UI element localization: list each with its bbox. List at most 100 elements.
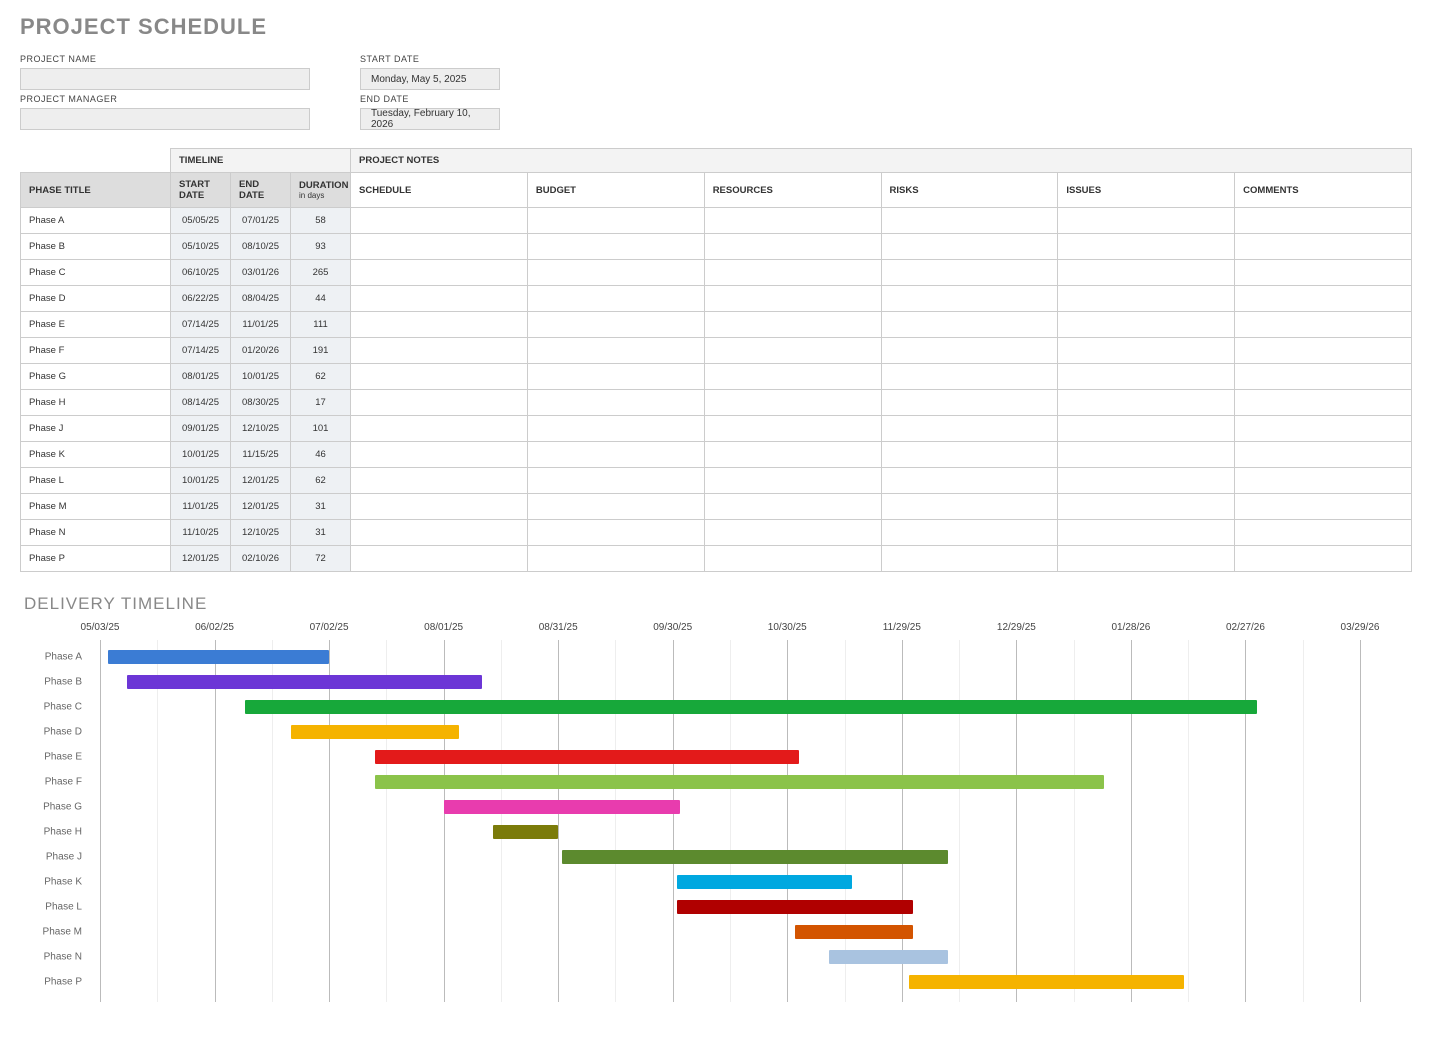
- gantt-bar: [493, 825, 558, 839]
- x-tick: 08/01/25: [424, 622, 463, 633]
- gantt-bar: [677, 875, 853, 889]
- gantt-bar: [562, 850, 948, 864]
- duration-cell: 31: [291, 494, 351, 520]
- duration-cell: 62: [291, 468, 351, 494]
- y-label: Phase M: [20, 927, 90, 938]
- x-tick: 01/28/26: [1111, 622, 1150, 633]
- end-cell: 08/10/25: [231, 234, 291, 260]
- table-row: Phase K10/01/2511/15/2546: [21, 442, 1412, 468]
- phase-cell: Phase H: [21, 390, 171, 416]
- table-row: Phase J09/01/2512/10/25101: [21, 416, 1412, 442]
- risks-header: RISKS: [881, 173, 1058, 208]
- phase-cell: Phase L: [21, 468, 171, 494]
- table-row: Phase A05/05/2507/01/2558: [21, 208, 1412, 234]
- gantt-bar: [909, 975, 1184, 989]
- table-row: Phase P12/01/2502/10/2672: [21, 546, 1412, 572]
- y-label: Phase B: [20, 677, 90, 688]
- start-cell: 08/01/25: [171, 364, 231, 390]
- end-cell: 11/15/25: [231, 442, 291, 468]
- end-cell: 12/01/25: [231, 468, 291, 494]
- resources-header: RESOURCES: [704, 173, 881, 208]
- phase-cell: Phase E: [21, 312, 171, 338]
- duration-cell: 17: [291, 390, 351, 416]
- y-label: Phase A: [20, 652, 90, 663]
- duration-cell: 31: [291, 520, 351, 546]
- y-label: Phase J: [20, 852, 90, 863]
- gantt-bar: [375, 750, 799, 764]
- duration-cell: 62: [291, 364, 351, 390]
- project-name-input[interactable]: [20, 68, 310, 90]
- gantt-bar: [375, 775, 1104, 789]
- gantt-bar: [829, 950, 947, 964]
- x-tick: 12/29/25: [997, 622, 1036, 633]
- x-tick: 06/02/25: [195, 622, 234, 633]
- duration-cell: 93: [291, 234, 351, 260]
- start-cell: 10/01/25: [171, 468, 231, 494]
- gantt-bar: [127, 675, 482, 689]
- schedule-header: SCHEDULE: [351, 173, 528, 208]
- issues-header: ISSUES: [1058, 173, 1235, 208]
- table-row: Phase M11/01/2512/01/2531: [21, 494, 1412, 520]
- y-label: Phase C: [20, 702, 90, 713]
- phase-cell: Phase M: [21, 494, 171, 520]
- table-row: Phase G08/01/2510/01/2562: [21, 364, 1412, 390]
- end-cell: 03/01/26: [231, 260, 291, 286]
- phase-cell: Phase C: [21, 260, 171, 286]
- y-label: Phase P: [20, 977, 90, 988]
- duration-cell: 111: [291, 312, 351, 338]
- x-tick: 11/29/25: [883, 622, 921, 633]
- table-row: Phase L10/01/2512/01/2562: [21, 468, 1412, 494]
- x-tick: 02/27/26: [1226, 622, 1265, 633]
- project-notes-header: PROJECT NOTES: [351, 149, 1412, 173]
- table-row: Phase C06/10/2503/01/26265: [21, 260, 1412, 286]
- end-cell: 12/01/25: [231, 494, 291, 520]
- table-row: Phase N11/10/2512/10/2531: [21, 520, 1412, 546]
- x-tick: 07/02/25: [310, 622, 349, 633]
- meta-block: PROJECT NAME PROJECT MANAGER START DATE …: [20, 54, 1412, 130]
- y-label: Phase N: [20, 952, 90, 963]
- end-date-label: END DATE: [360, 94, 500, 104]
- budget-header: BUDGET: [527, 173, 704, 208]
- table-row: Phase D06/22/2508/04/2544: [21, 286, 1412, 312]
- table-row: Phase B05/10/2508/10/2593: [21, 234, 1412, 260]
- start-cell: 10/01/25: [171, 442, 231, 468]
- phase-cell: Phase G: [21, 364, 171, 390]
- x-tick: 03/29/26: [1341, 622, 1380, 633]
- phase-cell: Phase A: [21, 208, 171, 234]
- duration-header: DURATIONin days: [291, 173, 351, 208]
- y-label: Phase H: [20, 827, 90, 838]
- start-cell: 05/05/25: [171, 208, 231, 234]
- y-label: Phase L: [20, 902, 90, 913]
- y-label: Phase D: [20, 727, 90, 738]
- start-date-header: START DATE: [171, 173, 231, 208]
- start-cell: 12/01/25: [171, 546, 231, 572]
- table-row: Phase H08/14/2508/30/2517: [21, 390, 1412, 416]
- start-date-value: Monday, May 5, 2025: [360, 68, 500, 90]
- start-cell: 06/22/25: [171, 286, 231, 312]
- project-manager-label: PROJECT MANAGER: [20, 94, 310, 104]
- schedule-table: TIMELINE PROJECT NOTES PHASE TITLE START…: [20, 148, 1412, 572]
- page-title: PROJECT SCHEDULE: [20, 14, 1412, 40]
- start-cell: 07/14/25: [171, 338, 231, 364]
- end-date-header: END DATE: [231, 173, 291, 208]
- comments-header: COMMENTS: [1235, 173, 1412, 208]
- x-tick: 08/31/25: [539, 622, 578, 633]
- duration-cell: 191: [291, 338, 351, 364]
- gantt-bar: [677, 900, 914, 914]
- end-cell: 12/10/25: [231, 520, 291, 546]
- end-cell: 01/20/26: [231, 338, 291, 364]
- project-manager-input[interactable]: [20, 108, 310, 130]
- end-cell: 02/10/26: [231, 546, 291, 572]
- duration-cell: 265: [291, 260, 351, 286]
- start-cell: 08/14/25: [171, 390, 231, 416]
- end-date-value: Tuesday, February 10, 2026: [360, 108, 500, 130]
- gantt-bar: [108, 650, 329, 664]
- phase-cell: Phase K: [21, 442, 171, 468]
- end-cell: 08/30/25: [231, 390, 291, 416]
- y-label: Phase G: [20, 802, 90, 813]
- phase-cell: Phase N: [21, 520, 171, 546]
- end-cell: 12/10/25: [231, 416, 291, 442]
- delivery-timeline-title: DELIVERY TIMELINE: [24, 594, 1412, 614]
- end-cell: 08/04/25: [231, 286, 291, 312]
- x-tick: 09/30/25: [653, 622, 692, 633]
